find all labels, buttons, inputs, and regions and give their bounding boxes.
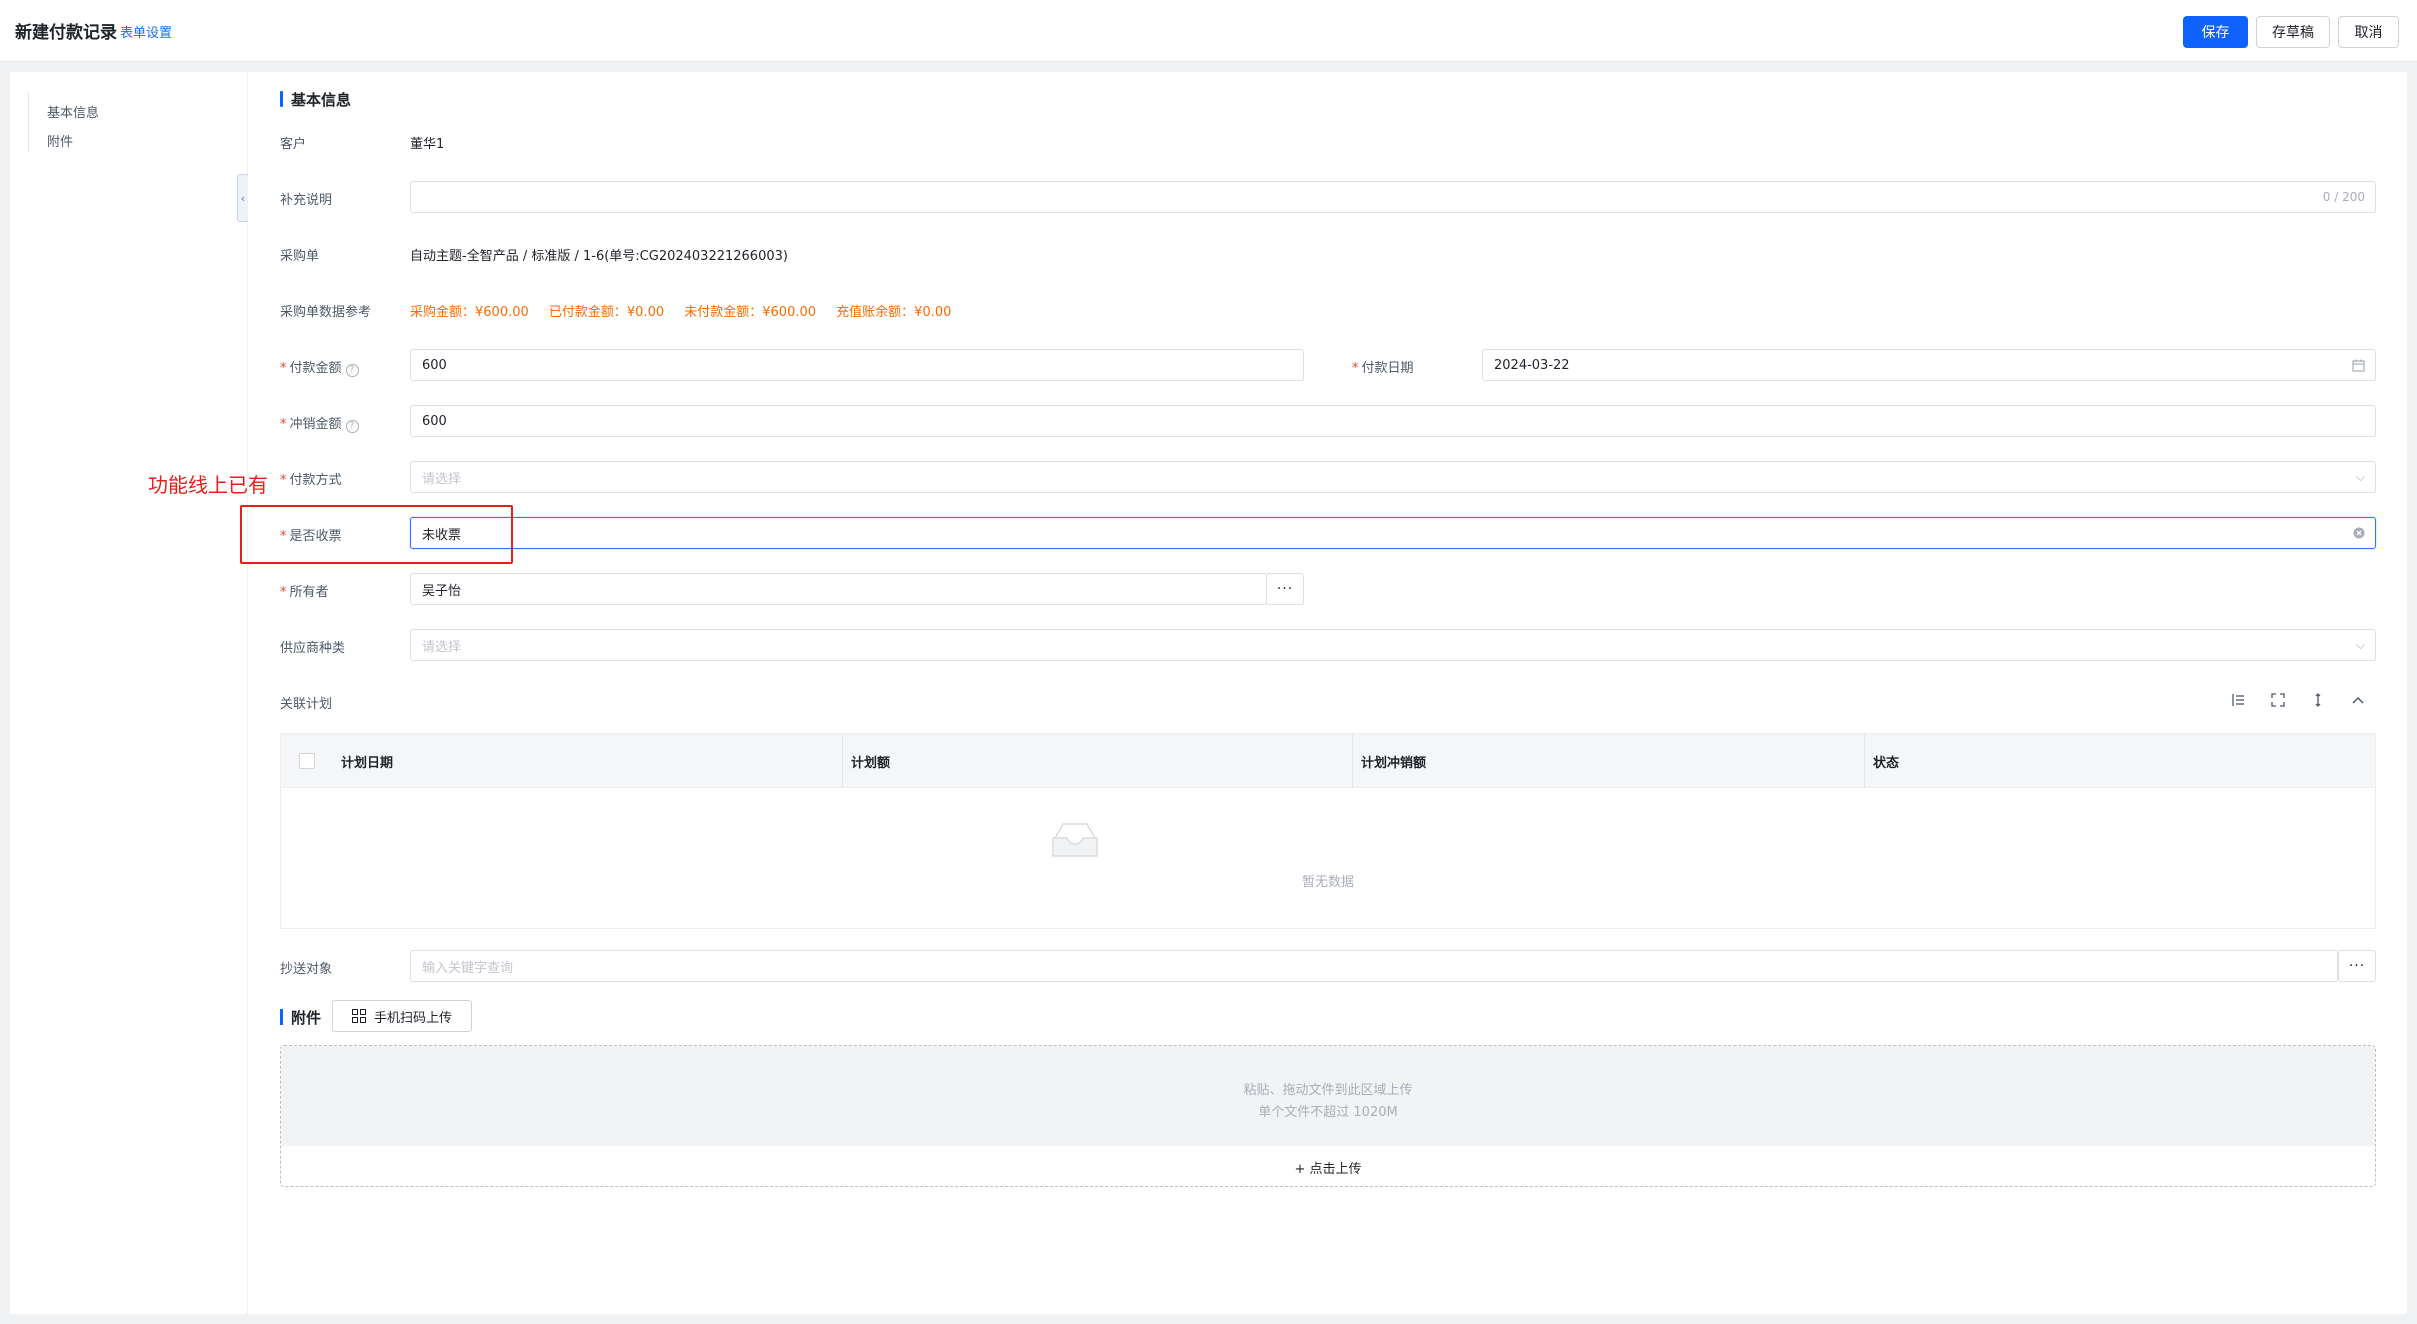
- section-title-attachments: 附件: [280, 1007, 321, 1028]
- cancel-button[interactable]: 取消: [2338, 16, 2399, 48]
- fullscreen-icon[interactable]: [2268, 690, 2288, 710]
- supplier-category-placeholder: 请选择: [422, 639, 462, 655]
- payment-amount-input[interactable]: 600: [410, 349, 1304, 381]
- po-reference-label: 采购单数据参考: [280, 305, 372, 320]
- column-header-plan-amount[interactable]: 计划额: [843, 734, 1353, 788]
- purchase-amount: 采购金额：¥600.00: [410, 305, 529, 320]
- chevron-left-icon: ‹: [240, 191, 246, 205]
- column-header-plan-writeoff[interactable]: 计划冲销额: [1353, 734, 1865, 788]
- nav-item-basic-info[interactable]: 基本信息: [47, 102, 99, 121]
- payment-date-label-text: 付款日期: [1361, 361, 1414, 376]
- mobile-scan-upload-button[interactable]: 手机扫码上传: [332, 1000, 472, 1032]
- invoice-received-select[interactable]: 未收票: [410, 517, 2376, 549]
- owner-value: 吴子怡: [422, 583, 462, 599]
- nav-item-attachments[interactable]: 附件: [47, 131, 73, 150]
- remarks-label: 补充说明: [280, 193, 333, 208]
- owner-label-text: 所有者: [289, 585, 329, 600]
- purchase-order-value: 自动主题-全智产品 / 标准版 / 1-6(单号:CG2024032212660…: [410, 249, 788, 264]
- supplier-category-select[interactable]: 请选择 ⌵: [410, 629, 2376, 661]
- select-all-checkbox[interactable]: [299, 753, 315, 769]
- writeoff-amount-value: 600: [422, 413, 447, 429]
- payment-method-label-text: 付款方式: [289, 473, 342, 488]
- prepaid-balance: 充值账余额：¥0.00: [836, 305, 952, 320]
- writeoff-amount-label-text: 冲销金额: [289, 417, 342, 432]
- cc-placeholder: 输入关键字查询: [422, 960, 514, 976]
- customer-label: 客户: [280, 137, 307, 152]
- empty-inbox-icon: [1052, 823, 1098, 857]
- required-mark: *: [1352, 361, 1359, 376]
- required-mark: *: [280, 361, 287, 376]
- section-nav: 基本信息 附件: [10, 72, 247, 1314]
- remarks-input[interactable]: 0 / 200: [410, 181, 2376, 213]
- column-header-status[interactable]: 状态: [1865, 734, 2375, 788]
- annotation-highlight-box: [240, 505, 513, 564]
- cc-more-button[interactable]: ···: [2338, 950, 2376, 982]
- scan-upload-label: 手机扫码上传: [373, 1010, 452, 1026]
- payment-date-label: * 付款日期: [1352, 357, 1414, 376]
- nav-rail: [28, 92, 29, 152]
- chevron-down-icon: ⌵: [2355, 637, 2365, 652]
- chevron-down-icon: ⌵: [2355, 469, 2365, 484]
- table-header: 计划日期 计划额 计划冲销额 状态: [281, 734, 2375, 788]
- qr-code-icon: [351, 1009, 366, 1023]
- owner-more-button[interactable]: ···: [1266, 573, 1304, 605]
- purchase-order-label: 采购单: [280, 249, 320, 264]
- help-icon[interactable]: ?: [345, 420, 359, 433]
- writeoff-amount-input[interactable]: 600: [410, 405, 2376, 437]
- click-upload-button[interactable]: + 点击上传: [281, 1158, 2375, 1177]
- owner-label: * 所有者: [280, 581, 329, 600]
- drop-hint: 粘贴、拖动文件到此区域上传: [1243, 1083, 1413, 1098]
- unpaid-amount: 未付款金额：¥600.00: [684, 305, 817, 320]
- page-title: 新建付款记录: [15, 23, 117, 43]
- help-icon[interactable]: ?: [345, 364, 359, 377]
- table-empty-text: 暂无数据: [1301, 875, 1354, 890]
- payment-date-picker[interactable]: 2024-03-22: [1482, 349, 2376, 381]
- related-plan-table: 计划日期 计划额 计划冲销额 状态 暂无数据: [280, 733, 2376, 929]
- size-hint: 单个文件不超过 1020M: [1258, 1105, 1398, 1120]
- clear-icon[interactable]: [2353, 518, 2365, 548]
- payment-amount-label-text: 付款金额: [289, 361, 342, 376]
- calendar-icon: [2352, 350, 2365, 380]
- required-mark: *: [280, 585, 287, 600]
- column-header-plan-date[interactable]: 计划日期: [333, 734, 843, 788]
- supplier-category-label: 供应商种类: [280, 641, 346, 656]
- cc-search-input[interactable]: 输入关键字查询: [410, 950, 2338, 982]
- row-height-icon[interactable]: [2228, 690, 2248, 710]
- form-settings-link[interactable]: 表单设置: [120, 22, 172, 41]
- customer-value: 董华1: [410, 137, 445, 152]
- page-header: 新建付款记录 表单设置 保存 存草稿 取消: [0, 0, 2417, 62]
- section-title-basic-info: 基本信息: [280, 89, 351, 110]
- payment-amount-value: 600: [422, 357, 447, 373]
- payment-method-placeholder: 请选择: [422, 471, 462, 487]
- payment-method-select[interactable]: 请选择 ⌵: [410, 461, 2376, 493]
- paid-amount: 已付款金额：¥0.00: [548, 305, 665, 320]
- cc-label: 抄送对象: [280, 962, 333, 977]
- required-mark: *: [280, 473, 287, 488]
- required-mark: *: [280, 417, 287, 432]
- file-drop-zone[interactable]: 粘贴、拖动文件到此区域上传 单个文件不超过 1020M + 点击上传: [280, 1045, 2376, 1187]
- po-reference-values: 采购金额：¥600.00 已付款金额：¥0.00 未付款金额：¥600.00 充…: [410, 301, 967, 320]
- payment-date-value: 2024-03-22: [1494, 357, 1570, 373]
- writeoff-amount-label: * 冲销金额?: [280, 413, 359, 433]
- remarks-char-counter: 0 / 200: [2322, 190, 2365, 204]
- save-draft-button[interactable]: 存草稿: [2256, 16, 2330, 48]
- save-button[interactable]: 保存: [2183, 16, 2248, 48]
- column-settings-icon[interactable]: [2308, 690, 2328, 710]
- annotation-note: 功能线上已有: [148, 473, 268, 497]
- chevron-up-icon[interactable]: [2348, 690, 2368, 710]
- payment-method-label: * 付款方式: [280, 469, 342, 488]
- owner-input[interactable]: 吴子怡: [410, 573, 1267, 605]
- payment-amount-label: * 付款金额?: [280, 357, 359, 377]
- related-plan-label: 关联计划: [280, 697, 333, 712]
